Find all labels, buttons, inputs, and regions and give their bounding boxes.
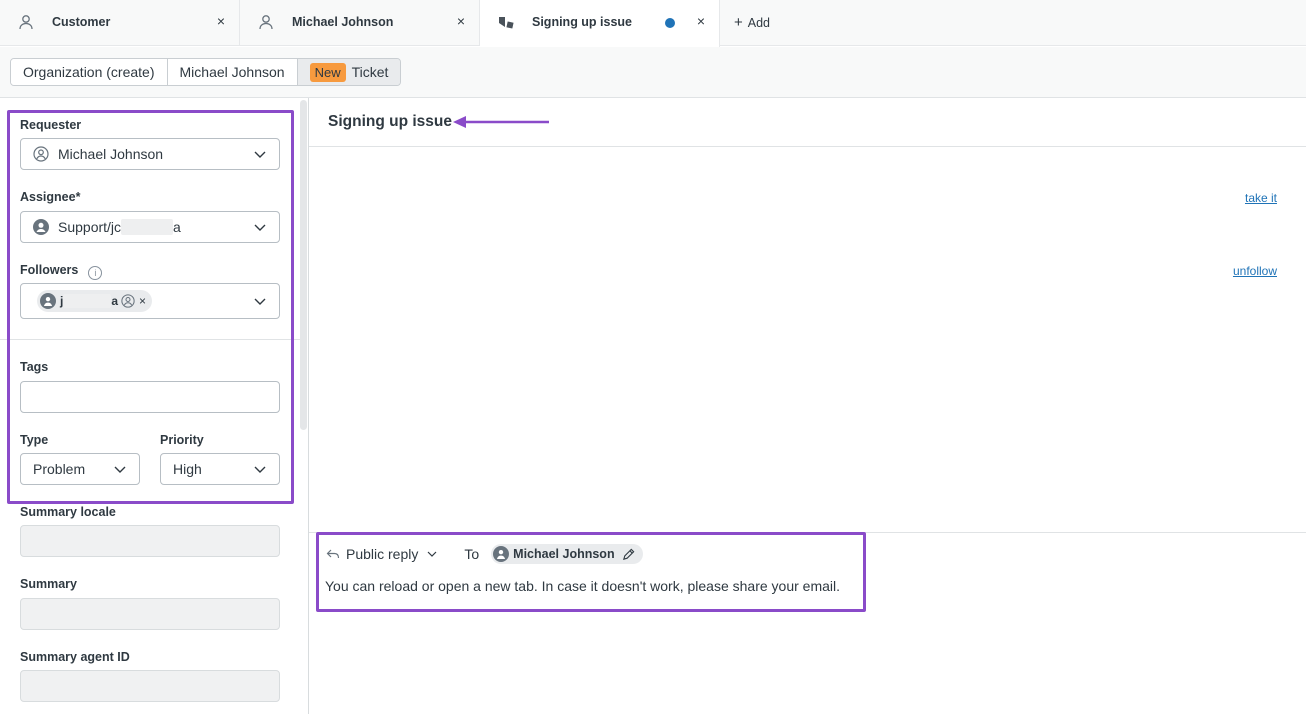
ticket-subject[interactable]: Signing up issue — [328, 113, 452, 131]
requester-label: Requester — [20, 118, 82, 132]
remove-chip-icon[interactable]: × — [139, 294, 146, 308]
annotation-arrow — [453, 116, 549, 128]
tab-label: Michael Johnson — [292, 15, 394, 29]
redacted-text: xxxxxxxx — [121, 219, 174, 235]
followers-label-text: Followers — [20, 263, 79, 277]
tab-michael-johnson[interactable]: Michael Johnson × — [240, 0, 480, 46]
take-it-link[interactable]: take it — [1245, 191, 1277, 205]
breadcrumb-ticket-label: Ticket — [351, 64, 389, 80]
avatar — [40, 293, 56, 309]
status-badge: New — [309, 62, 346, 82]
follower-chip: jxxxxxxxxa × — [37, 290, 153, 312]
chevron-down-icon — [254, 151, 266, 158]
add-tab-button[interactable]: + Add — [720, 0, 770, 45]
avatar — [33, 219, 49, 235]
pencil-icon[interactable] — [622, 548, 635, 561]
summary-field[interactable] — [20, 598, 280, 630]
unsaved-dot — [665, 18, 675, 28]
tags-input[interactable] — [20, 381, 280, 413]
requester-field[interactable]: Michael Johnson — [20, 138, 280, 170]
followers-label: Followers i — [20, 263, 103, 280]
chevron-down-icon — [254, 466, 266, 473]
breadcrumb-ticket[interactable]: New Ticket — [297, 59, 401, 85]
summary-agent-id-label: Summary agent ID — [20, 650, 130, 664]
tab-customer[interactable]: Customer × — [0, 0, 240, 46]
section-divider — [0, 339, 300, 340]
user-circle-icon — [121, 294, 135, 308]
priority-label: Priority — [160, 433, 204, 447]
redacted-text: xxxxxxxx — [63, 294, 112, 308]
close-icon[interactable]: × — [697, 13, 705, 29]
tab-label: Signing up issue — [532, 15, 633, 29]
close-icon[interactable]: × — [217, 13, 225, 29]
summary-locale-label: Summary locale — [20, 505, 116, 519]
summary-locale-field[interactable] — [20, 525, 280, 557]
plus-icon: + — [734, 14, 743, 31]
reply-mode-select[interactable]: Public reply — [346, 546, 418, 562]
summary-agent-id-field[interactable] — [20, 670, 280, 702]
chevron-down-icon — [114, 466, 126, 473]
scrollbar[interactable] — [300, 100, 307, 430]
add-tab-label: Add — [747, 15, 771, 30]
close-icon[interactable]: × — [457, 13, 465, 29]
follower-name-suffix: a — [111, 294, 119, 308]
user-circle-icon — [33, 146, 49, 162]
subject-divider — [309, 146, 1306, 147]
followers-field[interactable]: jxxxxxxxxa × — [20, 283, 280, 319]
person-icon — [497, 549, 506, 559]
priority-value: High — [173, 461, 202, 477]
to-label: To — [464, 546, 480, 562]
reply-body[interactable]: You can reload or open a new tab. In cas… — [325, 578, 840, 594]
type-select[interactable]: Problem — [20, 453, 140, 485]
ticket-icon — [499, 17, 514, 29]
tab-label: Customer — [52, 15, 111, 29]
breadcrumb-user[interactable]: Michael Johnson — [167, 59, 298, 85]
chevron-down-icon — [254, 298, 266, 305]
summary-label: Summary — [20, 577, 77, 591]
chevron-down-icon[interactable] — [426, 548, 438, 560]
chevron-down-icon — [254, 224, 266, 231]
tab-bar: Customer × Michael Johnson × Signing up … — [0, 0, 1306, 47]
assignee-value-prefix: Support/jc — [58, 219, 122, 235]
breadcrumb-row: Organization (create) Michael Johnson Ne… — [0, 47, 1306, 98]
tags-label: Tags — [20, 360, 49, 374]
avatar — [493, 546, 510, 562]
person-icon — [259, 15, 273, 30]
breadcrumb: Organization (create) Michael Johnson Ne… — [10, 58, 402, 86]
unfollow-link[interactable]: unfollow — [1233, 264, 1277, 278]
type-value: Problem — [33, 461, 86, 477]
recipient-chip[interactable]: Michael Johnson — [491, 544, 643, 564]
requester-value: Michael Johnson — [58, 146, 164, 162]
assignee-value-suffix: a — [173, 219, 181, 235]
person-icon — [43, 296, 53, 306]
tab-signing-up-issue[interactable]: Signing up issue × — [480, 0, 720, 47]
type-label: Type — [20, 433, 49, 447]
assignee-label: Assignee* — [20, 190, 81, 204]
breadcrumb-organization[interactable]: Organization (create) — [11, 59, 168, 85]
assignee-field[interactable]: Support/jcxxxxxxxxa — [20, 211, 280, 243]
reply-header: Public reply To Michael Johnson — [326, 544, 643, 564]
recipient-name: Michael Johnson — [513, 547, 615, 561]
reply-arrow-icon — [326, 549, 340, 559]
info-icon[interactable]: i — [88, 266, 103, 280]
priority-select[interactable]: High — [160, 453, 280, 485]
person-icon — [19, 15, 33, 30]
